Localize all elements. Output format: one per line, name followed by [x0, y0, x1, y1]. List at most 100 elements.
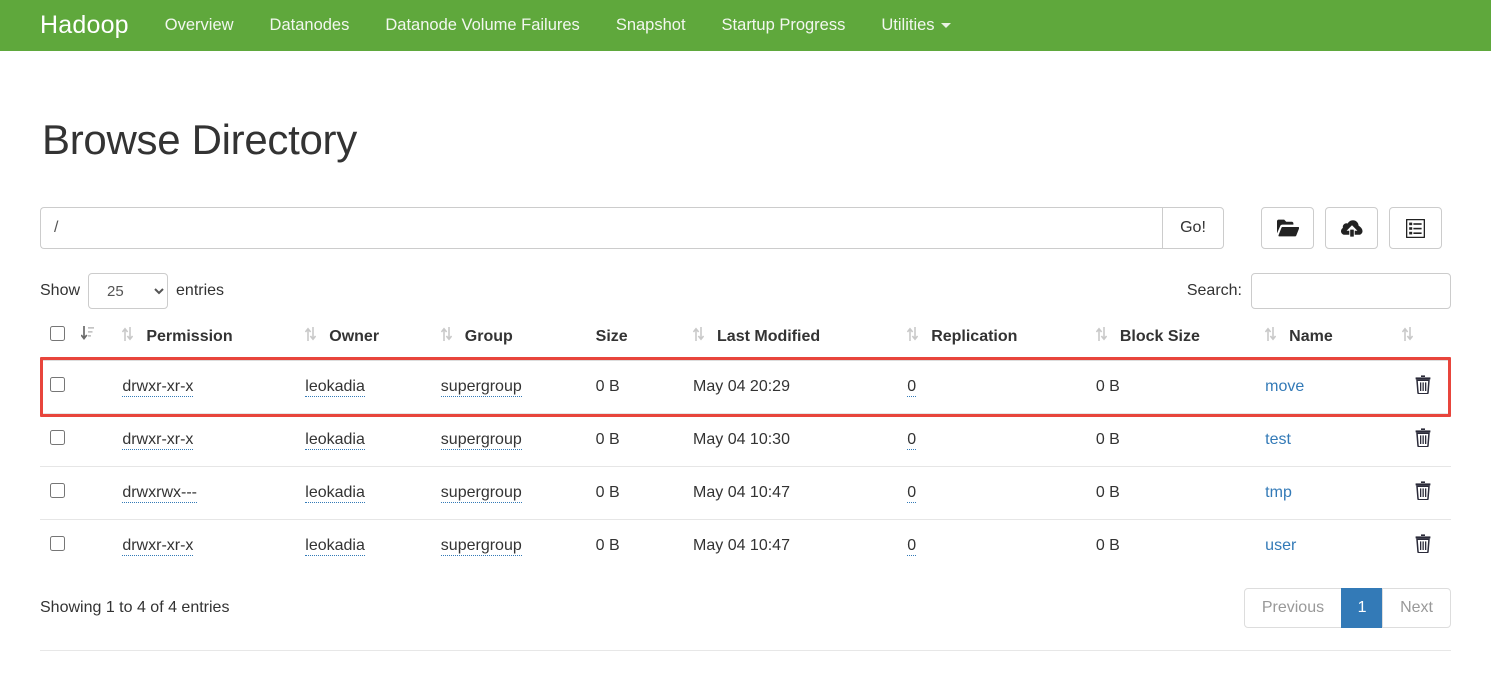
table-row[interactable]: drwxr-xr-x leokadia supergroup 0 B May 0… — [40, 413, 1451, 467]
go-button[interactable]: Go! — [1162, 207, 1224, 250]
row-permission-cell[interactable]: drwxr-xr-x — [114, 519, 298, 573]
pagination-page-1-button[interactable]: 1 — [1341, 588, 1384, 629]
group-value[interactable]: supergroup — [440, 484, 522, 504]
row-select-checkbox[interactable] — [50, 536, 65, 552]
owner-value[interactable]: leokadia — [305, 431, 365, 451]
page-title: Browse Directory — [42, 116, 357, 163]
permission-value[interactable]: drwxrwx--- — [122, 484, 197, 504]
group-value[interactable]: supergroup — [440, 431, 522, 451]
row-permission-cell[interactable]: drwxr-xr-x — [114, 360, 297, 414]
nav-link-utilities[interactable]: Utilities — [863, 0, 968, 51]
row-owner-cell[interactable]: leokadia — [297, 413, 433, 467]
row-actions-cell[interactable] — [1394, 519, 1451, 573]
row-last-modified-cell: May 04 20:29 — [693, 378, 790, 396]
row-spacer-cell — [73, 360, 114, 414]
nav-link-startup-progress[interactable]: Startup Progress — [704, 0, 864, 51]
nav-link-overview[interactable]: Overview — [147, 0, 252, 51]
row-owner-cell[interactable]: leokadia — [297, 360, 433, 414]
row-owner-cell[interactable]: leokadia — [297, 519, 433, 573]
permission-value[interactable]: drwxr-xr-x — [122, 537, 194, 557]
row-actions-cell[interactable] — [1394, 360, 1451, 414]
sort-both-icon — [692, 327, 707, 344]
row-checkbox-cell[interactable] — [40, 519, 73, 573]
delete-row-button[interactable] — [1415, 481, 1431, 501]
header-last-modified[interactable]: Last Modified — [685, 321, 900, 362]
row-actions-cell[interactable] — [1394, 466, 1451, 520]
row-spacer-cell — [73, 413, 115, 467]
header-replication[interactable]: Replication — [899, 321, 1088, 362]
row-permission-cell[interactable]: drwxr-xr-x — [114, 413, 298, 467]
replication-value[interactable]: 0 — [907, 378, 917, 398]
permission-value[interactable]: drwxr-xr-x — [122, 378, 194, 398]
replication-value[interactable]: 0 — [907, 431, 917, 451]
row-checkbox-cell[interactable] — [40, 413, 73, 467]
brand-logo-hadoop[interactable]: Hadoop — [0, 0, 147, 51]
file-name-link[interactable]: tmp — [1265, 484, 1292, 501]
row-select-checkbox[interactable] — [50, 430, 65, 446]
replication-value[interactable]: 0 — [907, 484, 917, 504]
table-row[interactable]: drwxr-xr-x leokadia supergroup 0 B May 0… — [40, 519, 1451, 573]
files-table-wrapper: Permission Owner Group Size Last Modifie… — [40, 321, 1451, 573]
row-checkbox-cell[interactable] — [40, 360, 73, 414]
new-directory-button[interactable] — [1261, 207, 1314, 250]
header-block-size[interactable]: Block Size — [1087, 321, 1258, 362]
cut-paste-button[interactable] — [1389, 207, 1442, 250]
upload-files-button[interactable] — [1325, 207, 1378, 250]
row-name-cell[interactable]: move — [1257, 360, 1394, 414]
header-owner[interactable]: Owner — [297, 321, 433, 362]
file-name-link[interactable]: test — [1265, 431, 1291, 448]
header-sort-order[interactable] — [73, 321, 115, 362]
table-row[interactable]: drwxr-xr-x leokadia supergroup 0 B May 0… — [40, 360, 1451, 414]
row-last-modified-cell: May 04 10:47 — [685, 466, 900, 520]
permission-value[interactable]: drwxr-xr-x — [122, 431, 194, 451]
row-replication-cell[interactable]: 0 — [899, 360, 1088, 414]
row-select-checkbox[interactable] — [50, 377, 65, 393]
row-group-cell[interactable]: supergroup — [432, 519, 588, 573]
files-table-header-row: Permission Owner Group Size Last Modifie… — [40, 321, 1451, 362]
delete-row-button[interactable] — [1415, 428, 1431, 448]
row-select-checkbox[interactable] — [50, 483, 65, 499]
row-replication-cell[interactable]: 0 — [899, 519, 1088, 573]
row-owner-cell[interactable]: leokadia — [297, 466, 433, 520]
nav-link-datanodes[interactable]: Datanodes — [252, 0, 368, 51]
search-input[interactable] — [1251, 273, 1451, 310]
nav-link-datanode-volume-failures[interactable]: Datanode Volume Failures — [367, 0, 597, 51]
delete-row-button[interactable] — [1415, 534, 1431, 554]
header-last-modified-label: Last Modified — [717, 328, 821, 346]
row-name-cell[interactable]: tmp — [1257, 466, 1395, 520]
owner-value[interactable]: leokadia — [305, 378, 365, 398]
row-group-cell[interactable]: supergroup — [433, 360, 588, 414]
delete-row-button[interactable] — [1415, 375, 1431, 395]
select-all-checkbox[interactable] — [50, 326, 65, 342]
group-value[interactable]: supergroup — [440, 537, 522, 557]
pagination-previous-button[interactable]: Previous — [1243, 588, 1343, 629]
row-checkbox-cell[interactable] — [40, 466, 73, 520]
row-actions-cell[interactable] — [1394, 413, 1451, 467]
cloud-upload-icon — [1340, 219, 1363, 237]
owner-value[interactable]: leokadia — [305, 484, 365, 504]
row-permission-cell[interactable]: drwxrwx--- — [114, 466, 298, 520]
replication-value[interactable]: 0 — [907, 537, 917, 557]
row-name-cell[interactable]: user — [1257, 519, 1395, 573]
header-permission[interactable]: Permission — [114, 321, 298, 362]
page-length-select[interactable]: 25 — [88, 273, 169, 310]
row-name-cell[interactable]: test — [1257, 413, 1395, 467]
files-table: Permission Owner Group Size Last Modifie… — [40, 321, 1451, 573]
file-name-link[interactable]: user — [1265, 537, 1296, 554]
header-name[interactable]: Name — [1257, 321, 1395, 362]
row-replication-cell[interactable]: 0 — [899, 466, 1088, 520]
group-value[interactable]: supergroup — [440, 378, 522, 398]
owner-value[interactable]: leokadia — [305, 537, 365, 557]
pagination-next-button[interactable]: Next — [1382, 588, 1451, 629]
row-group-cell[interactable]: supergroup — [432, 413, 588, 467]
nav-link-snapshot[interactable]: Snapshot — [598, 0, 704, 51]
table-row[interactable]: drwxrwx--- leokadia supergroup 0 B May 0… — [40, 466, 1451, 520]
header-select-all[interactable] — [40, 321, 73, 362]
file-name-link[interactable]: move — [1265, 378, 1304, 395]
directory-path-input[interactable] — [40, 207, 1162, 250]
header-group[interactable]: Group — [432, 321, 588, 362]
header-size[interactable]: Size — [587, 321, 686, 362]
row-replication-cell[interactable]: 0 — [899, 413, 1088, 467]
row-group-cell[interactable]: supergroup — [432, 466, 588, 520]
list-clipboard-icon — [1406, 218, 1425, 238]
